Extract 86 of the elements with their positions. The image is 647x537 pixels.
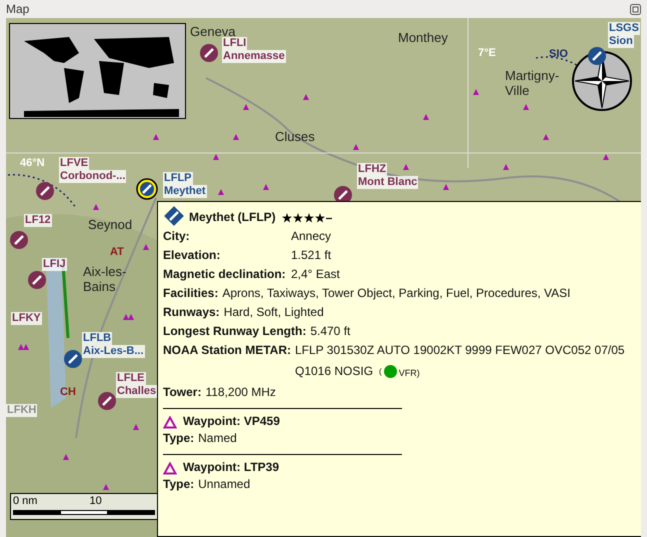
star-icon bbox=[314, 213, 325, 223]
waypoint-marker-icon[interactable] bbox=[523, 104, 529, 110]
waypoint-marker-icon[interactable] bbox=[543, 134, 549, 140]
airport-icon[interactable] bbox=[136, 178, 158, 200]
field-value: Unnamed bbox=[198, 476, 250, 493]
waypoint-marker-icon[interactable] bbox=[153, 134, 159, 140]
waypoint-marker-icon[interactable] bbox=[93, 204, 99, 210]
window-title: Map bbox=[6, 1, 30, 18]
undock-icon[interactable] bbox=[630, 4, 641, 14]
field-value: LFLP 301530Z AUTO 19002KT 9999 FEW027 OVC052 07/05 bbox=[295, 342, 625, 359]
waypoint-marker-icon[interactable] bbox=[303, 94, 309, 100]
town-label: Monthey bbox=[398, 30, 449, 45]
field-value: Hard, Soft, Lighted bbox=[224, 304, 324, 321]
waypoint-marker-icon[interactable] bbox=[63, 454, 69, 460]
town-label: Cluses bbox=[275, 129, 316, 144]
airport-icon[interactable] bbox=[62, 348, 84, 370]
waypoint-marker-icon[interactable] bbox=[218, 189, 224, 195]
field-value: Q1016 NOSIG bbox=[295, 363, 374, 380]
airport-label[interactable]: LFIJ bbox=[42, 258, 67, 271]
airport-icon[interactable] bbox=[26, 269, 48, 291]
waypoint-marker-icon[interactable] bbox=[233, 134, 239, 140]
star-icon bbox=[282, 213, 292, 223]
town-label: Aix-les-Bains bbox=[83, 264, 128, 294]
waypoint-title: Waypoint: LTP39 bbox=[183, 459, 279, 475]
town-label: Geneva bbox=[190, 24, 236, 39]
field-value: 118,200 MHz bbox=[205, 384, 276, 401]
waypoint-marker-icon[interactable] bbox=[143, 244, 149, 250]
airport-icon[interactable] bbox=[586, 45, 608, 67]
scale-label: 0 nm bbox=[13, 494, 38, 508]
compass-rose-icon bbox=[571, 50, 633, 112]
field-value: Named bbox=[198, 430, 237, 447]
map-view[interactable] bbox=[6, 18, 641, 537]
waypoint-marker-icon[interactable] bbox=[23, 344, 29, 350]
field-label: Tower: bbox=[163, 384, 202, 401]
airport-title: Meythet (LFLP) bbox=[189, 209, 276, 226]
waypoint-marker-icon[interactable] bbox=[123, 314, 129, 320]
waypoint-marker-icon[interactable] bbox=[133, 424, 139, 430]
waypoint-marker-icon[interactable] bbox=[473, 89, 479, 95]
field-value: Annecy bbox=[291, 228, 332, 245]
field-label: Elevation: bbox=[163, 247, 222, 264]
waypoint-marker-icon[interactable] bbox=[243, 104, 249, 110]
airport-icon[interactable] bbox=[198, 42, 220, 64]
flight-rules-label: VFR) bbox=[398, 367, 420, 380]
airspace-label: CH bbox=[60, 385, 76, 400]
waypoint-triangle-icon bbox=[163, 416, 177, 429]
airport-icon[interactable] bbox=[8, 229, 30, 251]
waypoint-marker-icon[interactable] bbox=[353, 144, 359, 150]
waypoint-triangle-icon bbox=[163, 462, 177, 475]
scale-label: 10 bbox=[89, 494, 102, 508]
waypoint-marker-icon[interactable] bbox=[128, 314, 134, 320]
field-value: Aprons, Taxiways, Tower Object, Parking, Fuel, Procedures, VASI bbox=[222, 285, 571, 302]
waypoint-marker-icon[interactable] bbox=[443, 184, 449, 190]
airport-label[interactable]: LF12 bbox=[24, 214, 52, 227]
field-label: Type: bbox=[163, 476, 194, 493]
waypoint-title: Waypoint: VP459 bbox=[183, 413, 280, 429]
star-icon bbox=[304, 213, 314, 223]
waypoint-marker-icon[interactable] bbox=[263, 184, 269, 190]
airport-icon[interactable] bbox=[96, 390, 118, 412]
field-value: 2,4° East bbox=[291, 266, 341, 283]
waypoint-marker-icon[interactable] bbox=[603, 154, 609, 160]
world-map-inset[interactable] bbox=[9, 23, 186, 119]
waypoint-marker-icon[interactable] bbox=[423, 114, 429, 120]
waypoint-marker-icon[interactable] bbox=[403, 164, 409, 170]
field-label: Longest Runway Length: bbox=[163, 323, 306, 340]
airspace-label: AT bbox=[110, 245, 124, 260]
town-label: Martigny-Ville bbox=[505, 68, 560, 98]
waypoint-marker-icon[interactable] bbox=[103, 484, 109, 490]
airport-label[interactable]: LFKY bbox=[11, 312, 42, 325]
flight-rules-bracket: ( bbox=[379, 366, 382, 378]
field-label: Facilities: bbox=[163, 285, 218, 302]
field-value: 5.470 ft bbox=[310, 323, 350, 340]
field-value: 1.521 ft bbox=[291, 247, 332, 264]
town-label: Seynod bbox=[88, 217, 134, 232]
field-label: NOAA Station METAR: bbox=[163, 342, 291, 359]
field-label: Type: bbox=[163, 430, 194, 447]
field-label: Magnetic declination: bbox=[163, 266, 287, 283]
airspace-label: SIO bbox=[549, 47, 568, 62]
waypoint-marker-icon[interactable] bbox=[18, 344, 24, 350]
field-label: City: bbox=[163, 228, 191, 245]
grid-label: 46°N bbox=[20, 156, 45, 171]
waypoint-marker-icon[interactable] bbox=[503, 164, 509, 170]
grid-label: 7°E bbox=[478, 46, 496, 61]
airport-icon[interactable] bbox=[34, 180, 56, 202]
star-icon bbox=[292, 213, 303, 223]
waypoint-marker-icon[interactable] bbox=[213, 154, 219, 160]
field-label: Runways: bbox=[163, 304, 220, 321]
